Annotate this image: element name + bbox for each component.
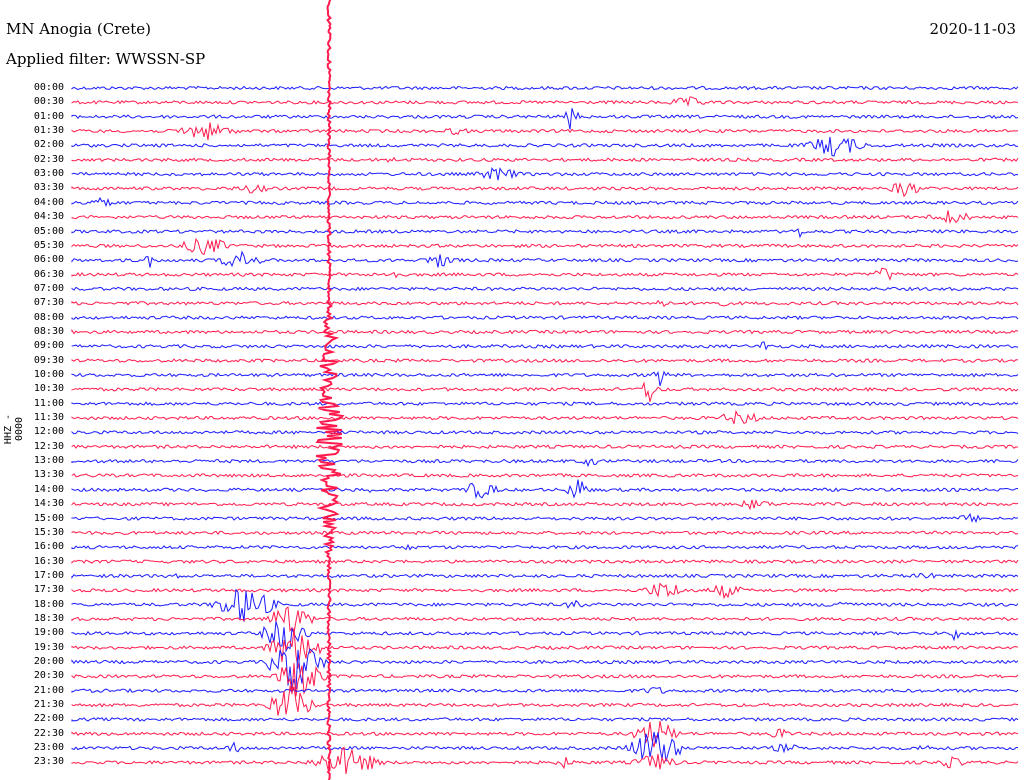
trace-line bbox=[71, 588, 1019, 622]
trace-line bbox=[71, 166, 1019, 181]
trace-line bbox=[71, 182, 1019, 198]
trace-line bbox=[71, 210, 1019, 225]
trace-line bbox=[71, 720, 1019, 748]
trace-line bbox=[71, 409, 1019, 425]
trace-line bbox=[71, 96, 1019, 107]
trace-line bbox=[71, 267, 1019, 281]
trace-line bbox=[71, 746, 1019, 774]
trace-line bbox=[71, 731, 1019, 762]
trace-line bbox=[71, 543, 1019, 551]
trace-line bbox=[71, 401, 1019, 407]
trace-line bbox=[71, 430, 1019, 435]
trace-line bbox=[71, 530, 1019, 536]
trace-line bbox=[71, 85, 1019, 91]
trace-line bbox=[71, 315, 1019, 321]
trace-line bbox=[71, 156, 1019, 163]
trace-line bbox=[71, 358, 1019, 363]
trace-line bbox=[71, 237, 1019, 256]
trace-line bbox=[71, 370, 1019, 386]
trace-line bbox=[71, 122, 1019, 141]
trace-line bbox=[71, 717, 1019, 722]
trace-line bbox=[71, 499, 1019, 511]
trace-line bbox=[71, 559, 1019, 564]
trace-line bbox=[71, 606, 1019, 635]
trace-line bbox=[71, 458, 1019, 468]
trace-line bbox=[71, 582, 1019, 600]
trace-line bbox=[71, 196, 1019, 208]
trace-line bbox=[71, 136, 1019, 157]
trace-line bbox=[71, 444, 1019, 450]
trace-line bbox=[71, 648, 1019, 690]
trace-line bbox=[71, 299, 1019, 308]
trace-line bbox=[71, 381, 1019, 402]
trace-line bbox=[71, 250, 1019, 268]
trace-line bbox=[71, 341, 1019, 351]
trace-line bbox=[71, 572, 1019, 580]
trace-line bbox=[71, 512, 1019, 524]
trace-line bbox=[71, 286, 1019, 292]
trace-line bbox=[71, 328, 1019, 335]
trace-line bbox=[71, 473, 1019, 478]
trace-line bbox=[71, 108, 1019, 130]
helicorder-plot bbox=[71, 0, 1019, 780]
trace-line bbox=[71, 686, 1019, 694]
trace-line bbox=[71, 228, 1019, 239]
trace-line bbox=[71, 479, 1019, 500]
